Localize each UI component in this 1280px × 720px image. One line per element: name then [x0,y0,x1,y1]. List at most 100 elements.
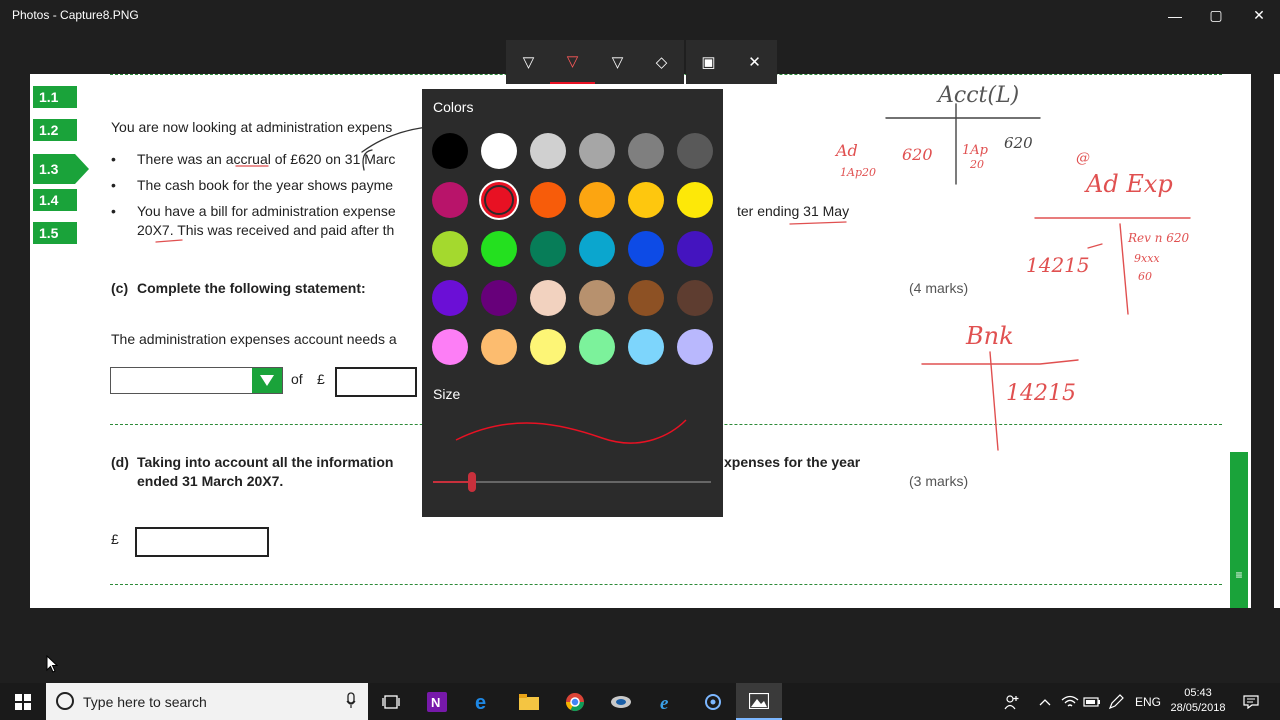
size-slider-thumb[interactable] [468,472,476,492]
color-swatch[interactable] [628,231,664,267]
part-d-question-tail: xpenses for the year [724,454,861,470]
color-swatch[interactable] [481,231,517,267]
taskbar-search-box[interactable]: Type here to search [46,683,368,720]
bullet-dot: • [111,151,116,167]
cortana-ring-icon[interactable] [690,683,736,720]
edge-browser-icon[interactable]: e [460,683,506,720]
part-d-label: (d) [111,454,129,470]
nav-tab-1-2[interactable]: 1.2 [33,119,77,141]
ballpoint-pen-icon[interactable]: ▽ [506,40,551,84]
bullet-2: The cash book for the year shows payme [137,177,394,193]
bullet-dot: • [111,177,116,193]
start-button[interactable] [0,683,46,720]
answer-input[interactable] [135,527,269,557]
color-swatch[interactable] [481,280,517,316]
language-indicator[interactable]: ENG [1128,683,1168,720]
chevron-up-icon[interactable] [1034,683,1056,720]
microphone-icon[interactable] [346,692,356,709]
color-swatch[interactable] [432,280,468,316]
color-swatch[interactable] [579,182,615,218]
taskbar-clock[interactable]: 05:43 28/05/2018 [1164,686,1232,716]
color-swatch[interactable] [432,133,468,169]
pound-label: £ [317,371,325,387]
minimize-button[interactable]: — [1152,0,1198,31]
color-swatch[interactable] [481,182,517,218]
svg-text:N: N [431,695,440,710]
eraser-icon[interactable]: ◇ [639,40,684,84]
app-icon[interactable] [598,683,644,720]
color-swatch[interactable] [579,280,615,316]
color-swatch[interactable] [677,182,713,218]
people-icon[interactable] [1000,683,1024,720]
clock-time: 05:43 [1184,687,1212,699]
cortana-icon [56,692,74,710]
maximize-button[interactable]: ▢ [1193,0,1239,31]
color-swatch[interactable] [628,329,664,365]
image-edge-2 [1274,74,1280,608]
answer-pound-label: £ [111,531,119,547]
color-swatch[interactable] [530,329,566,365]
size-slider[interactable] [433,472,711,492]
chevron-down-icon[interactable] [252,368,282,393]
nav-tab-1-4[interactable]: 1.4 [33,189,77,211]
color-swatch[interactable] [628,280,664,316]
file-explorer-icon[interactable] [506,683,552,720]
color-swatch[interactable] [579,231,615,267]
color-swatch[interactable] [481,329,517,365]
pencil-icon[interactable]: ▽ [550,40,595,84]
part-d-question-line2: ended 31 March 20X7. [137,473,284,489]
photos-app-icon[interactable] [736,683,782,720]
color-swatch[interactable] [677,231,713,267]
task-view-icon[interactable] [368,683,414,720]
save-icon[interactable]: ▣ [686,40,731,84]
clock-date: 28/05/2018 [1170,702,1226,714]
taskbar: Type here to search N e e ENG 05:43 28/0… [0,683,1280,720]
part-c-question: Complete the following statement: [137,280,366,296]
bullet-1: There was an accrual of £620 on 31 Marc [137,151,396,167]
color-swatch[interactable] [481,133,517,169]
color-swatch[interactable] [579,133,615,169]
size-slider-fill [433,481,472,483]
color-swatch[interactable] [530,133,566,169]
close-ink-icon[interactable]: ✕ [732,40,777,84]
nav-tab-1-5[interactable]: 1.5 [33,222,77,244]
notifications-icon[interactable] [1236,683,1266,720]
bullet-3-tail: ter ending 31 May [737,203,850,219]
battery-icon[interactable] [1080,683,1104,720]
color-swatch[interactable] [432,182,468,218]
color-swatch[interactable] [628,182,664,218]
color-swatch[interactable] [432,231,468,267]
close-button[interactable]: ✕ [1236,0,1280,31]
nav-tab-1-1[interactable]: 1.1 [33,86,77,108]
nav-tab-1-3[interactable]: 1.3 [33,154,89,184]
color-swatch[interactable] [579,329,615,365]
color-swatch[interactable] [530,182,566,218]
svg-text:e: e [475,692,486,712]
pen-workspace-icon[interactable] [1104,683,1128,720]
statement-text: The administration expenses account need… [111,331,397,347]
color-swatch[interactable] [677,329,713,365]
debit-credit-dropdown[interactable] [110,367,283,394]
wifi-icon[interactable] [1058,683,1082,720]
amount-input[interactable] [335,367,417,397]
search-placeholder: Type here to search [83,694,207,710]
size-heading: Size [433,386,461,402]
part-c-label: (c) [111,280,129,296]
color-swatch[interactable] [677,133,713,169]
bullet-dot: • [111,203,116,219]
color-swatch[interactable] [432,329,468,365]
scrollbar-thumb[interactable]: ≡ [1230,452,1248,608]
svg-text:e: e [660,693,669,712]
color-swatch[interactable] [530,280,566,316]
window-title: Photos - Capture8.PNG [12,8,139,22]
onenote-icon[interactable]: N [414,683,460,720]
bullet-3-line2: 20X7. This was received and paid after t… [137,222,395,238]
title-bar: Photos - Capture8.PNG — ▢ ✕ [0,0,1280,31]
of-label: of [291,371,303,387]
highlighter-icon[interactable]: ▽ [595,40,640,84]
color-swatch[interactable] [530,231,566,267]
internet-explorer-icon[interactable]: e [644,683,690,720]
color-swatch[interactable] [677,280,713,316]
chrome-icon[interactable] [552,683,598,720]
color-swatch[interactable] [628,133,664,169]
